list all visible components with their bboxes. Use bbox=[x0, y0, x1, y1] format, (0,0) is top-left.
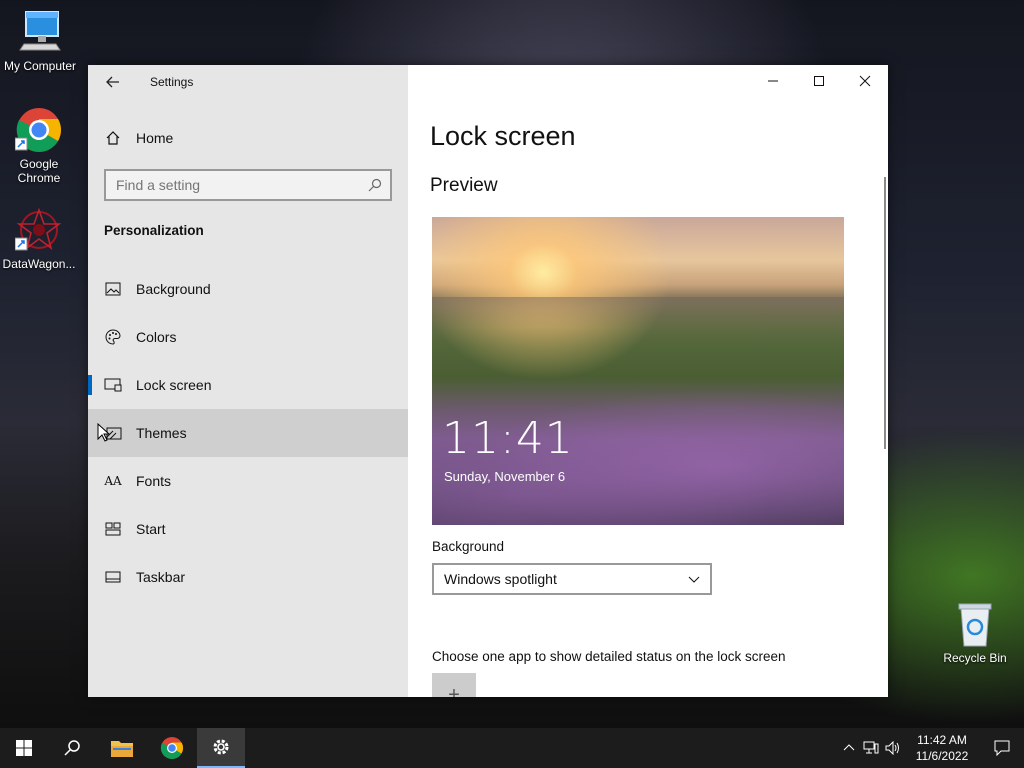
maximize-button[interactable] bbox=[796, 65, 842, 97]
datawagon-icon bbox=[14, 206, 63, 254]
search-icon[interactable] bbox=[368, 178, 382, 192]
status-app-label: Choose one app to show detailed status o… bbox=[432, 649, 786, 664]
minimize-icon bbox=[768, 80, 778, 82]
recycle-bin-icon bbox=[951, 600, 999, 648]
settings-window: Settings Home Personalization Background bbox=[88, 65, 888, 697]
preview-date: Sunday, November 6 bbox=[444, 469, 566, 484]
clock[interactable]: 11:42 AM 11/6/2022 bbox=[904, 732, 980, 764]
picture-icon bbox=[104, 280, 122, 298]
close-button[interactable] bbox=[842, 65, 888, 97]
computer-icon bbox=[16, 8, 64, 56]
title-bar[interactable]: Settings bbox=[88, 65, 408, 99]
add-app-button[interactable]: + bbox=[432, 673, 476, 697]
clock-time: 11:42 AM bbox=[917, 733, 967, 747]
chrome-icon bbox=[14, 106, 63, 154]
back-button[interactable] bbox=[102, 71, 124, 93]
lock-screen-preview: 11:41 Sunday, November 6 bbox=[432, 217, 844, 525]
sidebar-item-taskbar[interactable]: Taskbar bbox=[88, 553, 408, 601]
notification-icon bbox=[994, 740, 1010, 756]
search-icon bbox=[64, 740, 80, 756]
preview-hills bbox=[432, 297, 844, 328]
taskbar: 11:42 AM 11/6/2022 bbox=[0, 728, 1024, 768]
chrome-taskbar-button[interactable] bbox=[148, 728, 196, 768]
sidebar-item-label: Fonts bbox=[136, 473, 172, 489]
notifications-button[interactable] bbox=[980, 728, 1024, 768]
mouse-cursor-icon bbox=[97, 423, 111, 442]
file-explorer-button[interactable] bbox=[98, 728, 146, 768]
preview-time: 11:41 bbox=[442, 413, 574, 464]
clock-date: 11/6/2022 bbox=[915, 749, 969, 763]
sidebar-item-start[interactable]: Start bbox=[88, 505, 408, 553]
sidebar-item-themes[interactable]: Themes bbox=[88, 409, 408, 457]
preview-heading: Preview bbox=[430, 175, 498, 196]
plus-icon: + bbox=[448, 683, 460, 698]
desktop-icon-google-chrome[interactable]: Google Chrome bbox=[0, 106, 79, 185]
search-button[interactable] bbox=[48, 728, 96, 768]
sidebar-item-label: Background bbox=[136, 281, 211, 297]
start-icon bbox=[104, 520, 122, 538]
chrome-icon bbox=[160, 737, 183, 759]
desktop-icon-label: My Computer bbox=[3, 59, 77, 73]
desktop-icon-my-computer[interactable]: My Computer bbox=[0, 8, 80, 73]
window-controls bbox=[750, 65, 888, 97]
sidebar-item-colors[interactable]: Colors bbox=[88, 313, 408, 361]
desktop-icon-label: DataWagon... bbox=[2, 257, 76, 271]
sidebar-item-lock-screen[interactable]: Lock screen bbox=[88, 361, 408, 409]
sidebar-item-label: Lock screen bbox=[136, 377, 212, 393]
volume-icon[interactable] bbox=[882, 728, 904, 768]
settings-taskbar-button[interactable] bbox=[197, 728, 245, 768]
desktop-icon-recycle-bin[interactable]: Recycle Bin bbox=[935, 600, 1015, 665]
back-arrow-icon bbox=[106, 76, 119, 88]
background-dropdown[interactable]: Windows spotlight bbox=[432, 563, 712, 595]
sidebar-item-home[interactable]: Home bbox=[88, 123, 408, 153]
folder-icon bbox=[111, 741, 133, 757]
content-pane: Lock screen Preview 11:41 Sunday, Novemb… bbox=[408, 65, 888, 697]
taskbar-icon bbox=[104, 568, 122, 586]
desktop-icon-label: Google Chrome bbox=[17, 157, 61, 185]
close-icon bbox=[859, 75, 871, 87]
sidebar-item-label: Start bbox=[136, 521, 166, 537]
maximize-icon bbox=[814, 76, 824, 86]
section-title: Personalization bbox=[104, 223, 204, 238]
minimize-button[interactable] bbox=[750, 65, 796, 97]
page-title: Lock screen bbox=[430, 121, 576, 151]
sidebar-item-label: Taskbar bbox=[136, 569, 186, 585]
sidebar-item-fonts[interactable]: AA Fonts bbox=[88, 457, 408, 505]
app-title: Settings bbox=[150, 75, 194, 89]
sidebar-item-label: Colors bbox=[136, 329, 177, 345]
lock-screen-icon bbox=[104, 376, 122, 394]
search-input[interactable] bbox=[106, 177, 356, 193]
network-icon[interactable] bbox=[860, 728, 882, 768]
dropdown-value: Windows spotlight bbox=[444, 571, 557, 587]
nav-list: Background Colors Lock screen Themes AA … bbox=[88, 265, 408, 601]
sidebar-item-label: Themes bbox=[136, 425, 187, 441]
desktop-icon-datawagon[interactable]: DataWagon... bbox=[0, 206, 79, 271]
background-label: Background bbox=[432, 539, 505, 554]
gear-icon bbox=[213, 739, 229, 755]
search-field[interactable] bbox=[104, 169, 392, 201]
palette-icon bbox=[104, 328, 122, 346]
sidebar: Settings Home Personalization Background bbox=[88, 65, 408, 697]
home-icon bbox=[104, 129, 122, 147]
sidebar-item-background[interactable]: Background bbox=[88, 265, 408, 313]
start-button[interactable] bbox=[0, 728, 48, 768]
windows-logo-icon bbox=[16, 740, 32, 756]
sidebar-item-label: Home bbox=[136, 130, 174, 146]
scrollbar[interactable] bbox=[884, 177, 886, 449]
desktop-icon-label: Recycle Bin bbox=[943, 651, 1007, 665]
chevron-down-icon bbox=[688, 576, 700, 583]
fonts-icon: AA bbox=[104, 474, 122, 488]
system-tray: 11:42 AM 11/6/2022 bbox=[838, 728, 1024, 768]
selection-indicator bbox=[88, 375, 92, 395]
chevron-up-icon[interactable] bbox=[838, 728, 860, 768]
